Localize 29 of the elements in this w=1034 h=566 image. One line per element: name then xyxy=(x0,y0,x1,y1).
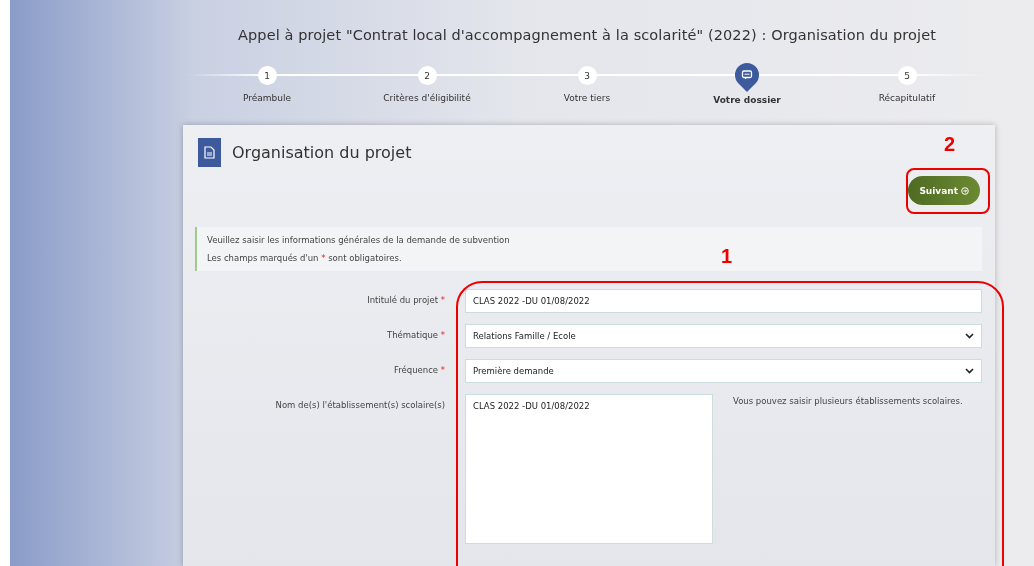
annotation-number: 1 xyxy=(721,245,733,268)
next-button[interactable]: Suivant xyxy=(908,176,980,205)
input-field[interactable]: CLAS 2022 -DU 01/08/2022 xyxy=(465,289,982,313)
chevron-down-icon xyxy=(965,333,974,339)
required-note: Les champs marqués d'un * sont obligatoires. xyxy=(207,253,402,263)
step-number: 2 xyxy=(417,66,437,85)
step-number: 1 xyxy=(257,66,277,85)
step-number: 3 xyxy=(577,66,597,85)
step-number: 5 xyxy=(897,66,917,85)
step-label[interactable]: Préambule xyxy=(242,93,291,103)
step-label[interactable]: Votre tiers xyxy=(563,93,611,103)
chevron-down-icon xyxy=(965,368,974,374)
field-label: Thématique * xyxy=(386,329,445,342)
select-field[interactable]: Première demande xyxy=(465,359,982,383)
help-text: Vous pouvez saisir plusieurs établissements scolaires. xyxy=(733,395,963,408)
arrow-circle-icon xyxy=(961,186,969,195)
notice-text: Veuillez saisir les informations générales de la demande de subvention xyxy=(207,235,510,245)
annotation-number: 2 xyxy=(944,133,956,156)
select-field[interactable]: Relations Famille / Ecole xyxy=(465,324,982,348)
field-label: Fréquence * xyxy=(392,364,445,377)
field-label: Nom de(s) l'établissement(s) scolaire(s) xyxy=(274,399,445,412)
textarea-field[interactable]: CLAS 2022 -DU 01/08/2022 xyxy=(465,394,713,544)
step-label[interactable]: Récapitulatif xyxy=(878,93,936,103)
page-title: Appel à projet "Contrat local d'accompagnement à la scolarité" (2022) : Organisation du projet xyxy=(238,27,936,43)
step-label[interactable]: Votre dossier xyxy=(713,95,781,105)
document-icon xyxy=(198,138,221,167)
step-label[interactable]: Critères d'éligibilité xyxy=(383,93,471,103)
field-label: Intitulé du projet * xyxy=(366,294,445,307)
card-title: Organisation du projet xyxy=(232,143,412,162)
